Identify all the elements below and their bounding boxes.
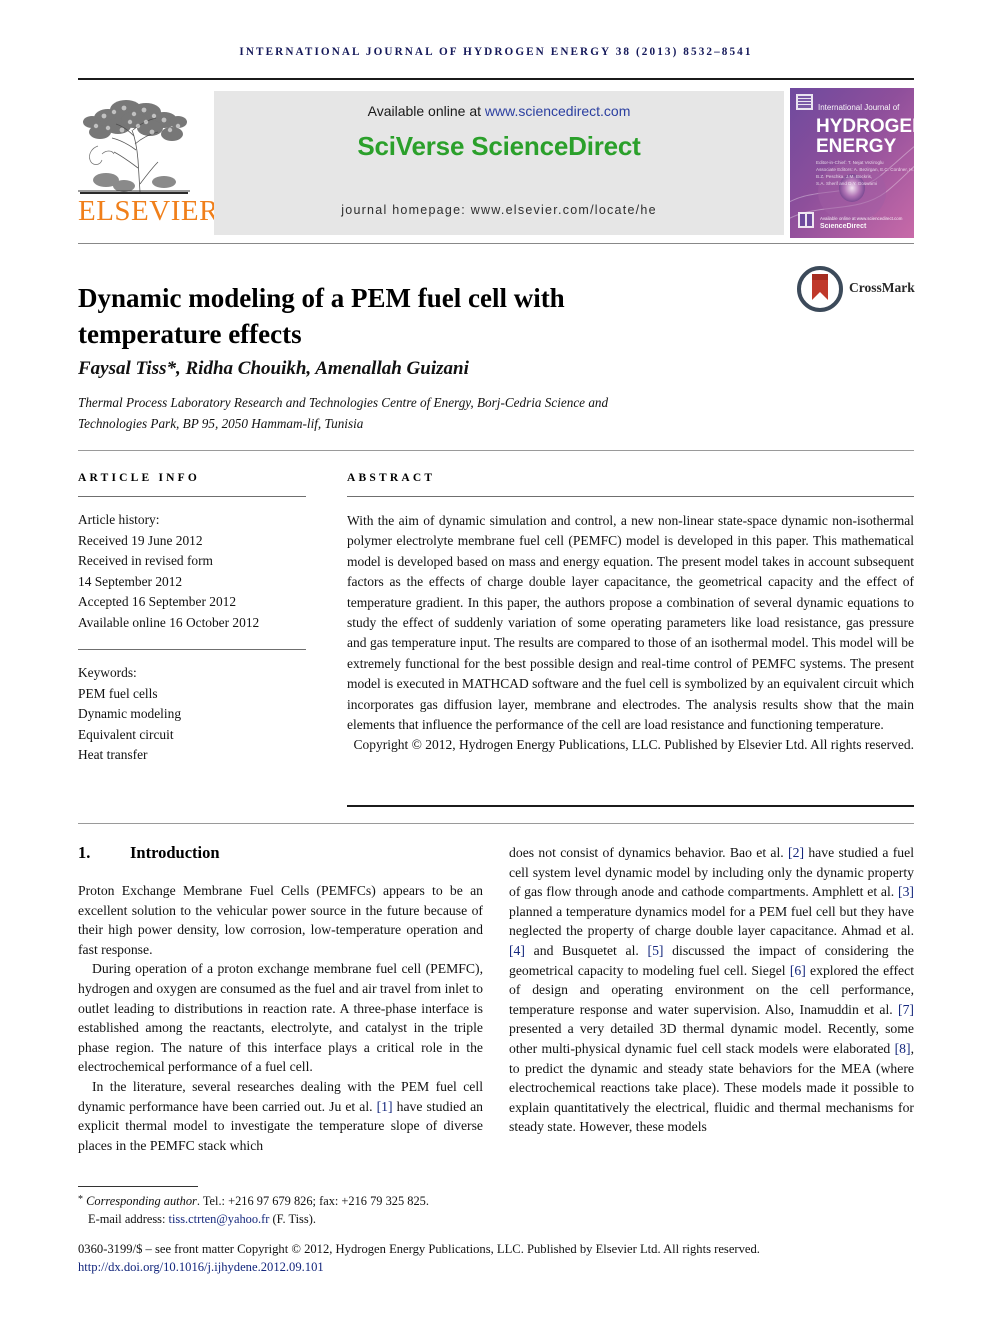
history-item: 14 September 2012 (78, 573, 183, 589)
citation-link-4[interactable]: [4] (509, 943, 525, 958)
available-online-line: Available online at www.sciencedirect.co… (214, 103, 784, 119)
section-title: Introduction (130, 843, 220, 862)
citation-link-2[interactable]: [2] (788, 845, 804, 860)
running-head: International Journal of Hydrogen Energy… (239, 46, 753, 58)
paragraph: Proton Exchange Membrane Fuel Cells (PEM… (78, 883, 483, 957)
section-number: 1. (78, 843, 91, 862)
paragraph-text: does not consist of dynamics behavior. B… (509, 845, 789, 860)
svg-text:HYDROGEN: HYDROGEN (816, 116, 914, 137)
paragraph-text: and Busquetet al. (524, 942, 648, 958)
history-item: Received 19 June 2012 (78, 532, 203, 548)
footnote-line-1: * Corresponding author. Tel.: +216 97 67… (78, 1191, 548, 1211)
citation-link-7[interactable]: [7] (898, 1002, 914, 1017)
history-item: Accepted 16 September 2012 (78, 594, 237, 609)
svg-text:ENERGY: ENERGY (816, 136, 897, 157)
body-top-rule (78, 823, 914, 824)
crossmark-badge-group[interactable]: CrossMark (797, 266, 915, 314)
intro-paragraphs-right: does not consist of dynamics behavior. B… (509, 843, 914, 1137)
body-column-left: 1. Introduction Proton Exchange Membrane … (78, 843, 483, 1155)
email-label: E-mail address: (88, 1211, 169, 1226)
abstract-text: With the aim of dynamic simulation and c… (347, 513, 914, 733)
available-online-label: Available online at (367, 103, 485, 119)
intro-paragraphs-left: Proton Exchange Membrane Fuel Cells (PEM… (78, 881, 483, 1155)
paragraph: During operation of a proton exchange me… (78, 961, 483, 1075)
journal-cover-thumbnail: International Journal of HYDROGEN ENERGY… (790, 88, 914, 238)
footnote-line-2: E-mail address: tiss.ctrten@yahoo.fr (F.… (78, 1211, 548, 1229)
elsevier-tree-icon (78, 88, 190, 192)
affiliation: Thermal Process Laboratory Research and … (78, 395, 609, 431)
article-history-block: Article history: Received 19 June 2012 R… (78, 510, 306, 633)
footer-block: 0360-3199/$ – see front matter Copyright… (78, 1240, 914, 1276)
journal-homepage-line[interactable]: journal homepage: www.elsevier.com/locat… (214, 203, 784, 217)
svg-text:International Journal of: International Journal of (818, 103, 900, 112)
history-item: Received in revised form (78, 553, 213, 568)
issn-copyright-line: 0360-3199/$ – see front matter Copyright… (78, 1242, 760, 1256)
page-title: Dynamic modeling of a PEM fuel cell with… (78, 283, 565, 350)
corresponding-author-label: Corresponding author (86, 1194, 197, 1208)
paragraph: does not consist of dynamics behavior. B… (509, 843, 914, 1137)
svg-text:Associate Editors: A. Bezirgan: Associate Editors: A. Bezirgan, E.C. Cor… (816, 167, 914, 172)
crossmark-label: CrossMark (849, 280, 915, 295)
body-column-right: does not consist of dynamics behavior. B… (509, 843, 914, 1137)
header-rule (78, 78, 914, 80)
journal-article-page: International Journal of Hydrogen Energy… (0, 0, 992, 1323)
elsevier-logo: ELSEVIER (78, 88, 219, 238)
keyword-item: Heat transfer (78, 747, 148, 762)
masthead-banner: ELSEVIER Available online at www.science… (78, 88, 914, 238)
citation-link-8[interactable]: [8] (895, 1041, 911, 1056)
footnote-rule (78, 1186, 198, 1187)
abstract-copyright: Copyright © 2012, Hydrogen Energy Public… (353, 737, 914, 753)
corresponding-author-contact: . Tel.: +216 97 679 826; fax: +216 79 32… (196, 1194, 429, 1208)
history-item: Available online 16 October 2012 (78, 614, 260, 630)
paragraph: In the literature, several researches de… (78, 1077, 483, 1155)
svg-text:S.A. Sherif and D.Y. Goswami: S.A. Sherif and D.Y. Goswami (816, 181, 877, 186)
svg-text:Editor-in-Chief: T. Nejat Vez: Editor-in-Chief: T. Nejat Veziroglu (816, 160, 884, 165)
footnote-marker: * (78, 1194, 83, 1205)
article-info-rule (78, 496, 306, 497)
article-info-section: ARTICLE INFO Article history: Received 1… (78, 472, 306, 766)
keywords-rule (78, 649, 306, 650)
elsevier-wordmark: ELSEVIER (78, 195, 219, 227)
svg-text:B.Z. Peschka, J.M. Bockris,: B.Z. Peschka, J.M. Bockris, (816, 174, 872, 179)
keyword-item: Dynamic modeling (78, 706, 182, 721)
svg-text:ScienceDirect: ScienceDirect (820, 223, 867, 230)
authors-bottom-rule (78, 450, 914, 451)
sciencedirect-banner: Available online at www.sciencedirect.co… (214, 91, 784, 235)
corresponding-author-footnote: * Corresponding author. Tel.: +216 97 67… (78, 1191, 548, 1228)
citation-link-5[interactable]: [5] (648, 943, 664, 958)
abstract-section: ABSTRACT With the aim of dynamic simulat… (347, 472, 914, 756)
sciverse-sciencedirect-logo: SciVerse ScienceDirect (357, 131, 641, 161)
svg-text:Available online at www.scienc: Available online at www.sciencedirect.co… (820, 216, 903, 221)
keyword-item: Equivalent circuit (78, 726, 174, 742)
citation-link-6[interactable]: [6] (790, 963, 806, 978)
doi-link[interactable]: http://dx.doi.org/10.1016/j.ijhydene.201… (78, 1258, 914, 1276)
abstract-heading: ABSTRACT (347, 472, 436, 484)
email-link[interactable]: tiss.ctrten@yahoo.fr (169, 1212, 270, 1226)
paragraph-text: presented a very detailed 3D thermal dyn… (509, 1021, 914, 1056)
citation-link-1[interactable]: [1] (377, 1099, 393, 1114)
email-suffix: (F. Tiss). (269, 1211, 316, 1226)
paragraph-text: planned a temperature dynamics model for… (509, 903, 914, 939)
section-heading-introduction: 1. Introduction (78, 843, 483, 863)
masthead-bottom-rule (78, 243, 914, 244)
crossmark-icon (797, 266, 843, 312)
sciencedirect-url[interactable]: www.sciencedirect.com (485, 103, 631, 119)
abstract-bottom-rule (347, 805, 914, 807)
author-list: Faysal Tiss*, Ridha Chouikh, Amenallah G… (78, 358, 469, 379)
citation-link-3[interactable]: [3] (898, 884, 914, 899)
abstract-rule (347, 496, 914, 497)
keywords-block: Keywords: PEM fuel cells Dynamic modelin… (78, 663, 306, 766)
keywords-label: Keywords: (78, 665, 137, 680)
article-info-heading: ARTICLE INFO (78, 472, 201, 484)
keyword-item: PEM fuel cells (78, 685, 158, 701)
article-history-label: Article history: (78, 512, 160, 527)
